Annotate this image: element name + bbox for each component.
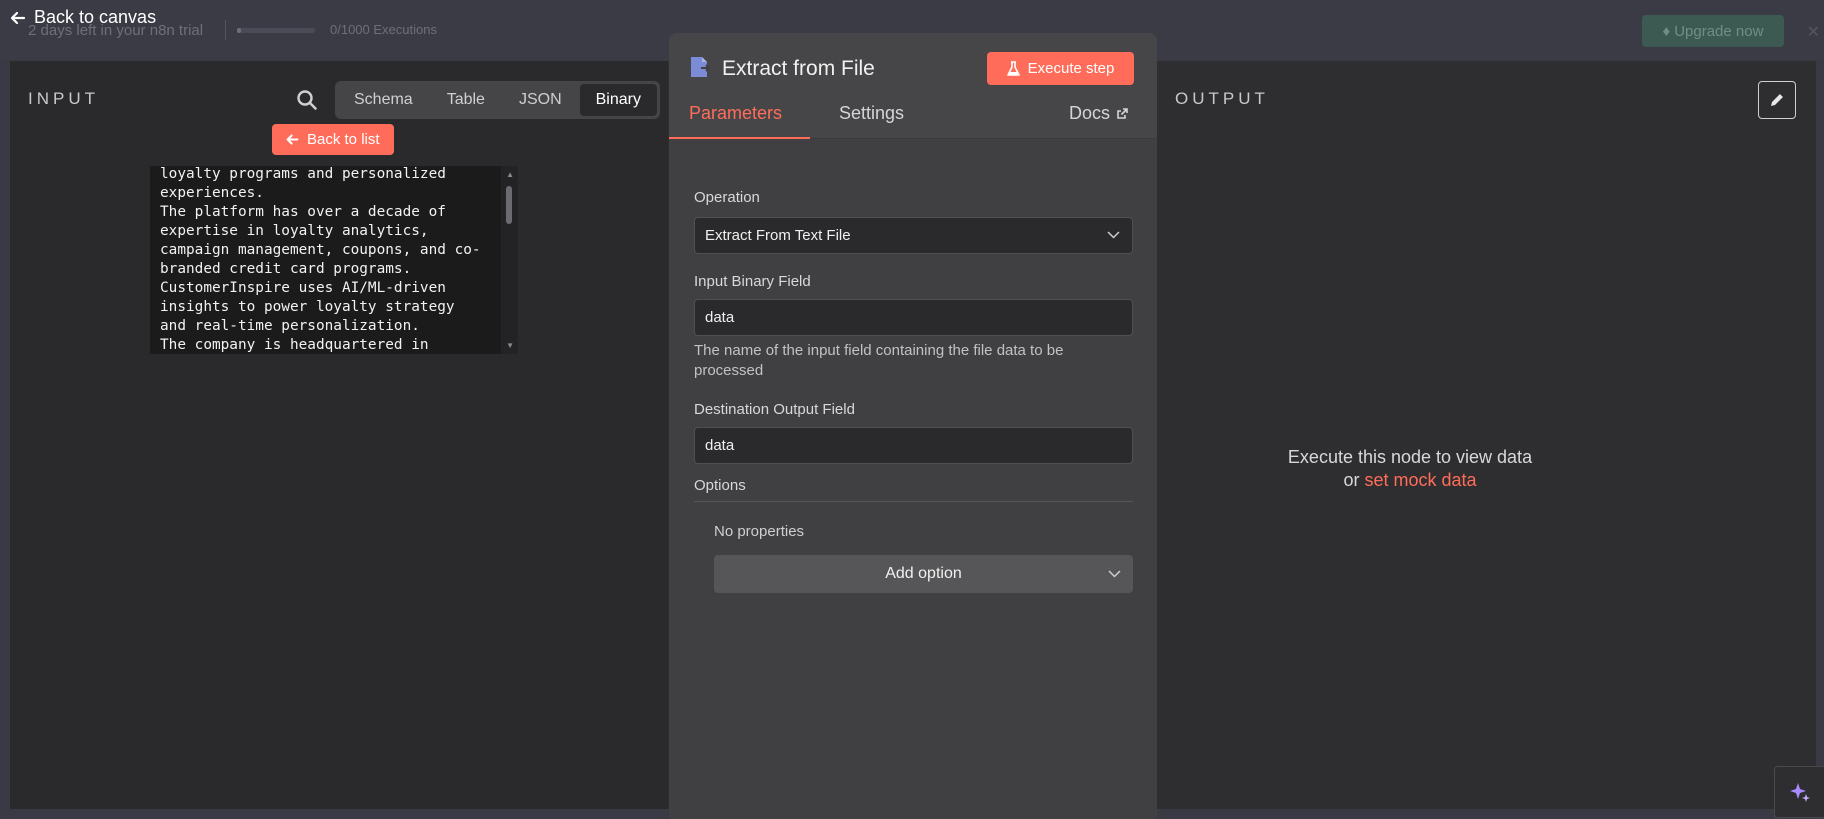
operation-select[interactable]: Extract From Text File	[694, 217, 1133, 254]
node-details-modal: INPUT Schema Table JSON Binary Back to l…	[10, 33, 1824, 819]
node-title: Extract from File	[722, 57, 875, 80]
output-empty-state: Execute this node to view data or set mo…	[1260, 446, 1560, 492]
add-option-button[interactable]: Add option	[714, 555, 1133, 593]
operation-value: Extract From Text File	[705, 227, 851, 244]
set-mock-data-link[interactable]: set mock data	[1364, 470, 1476, 490]
upgrade-label: Upgrade now	[1674, 22, 1764, 40]
flask-icon	[1006, 61, 1020, 76]
docs-label: Docs	[1069, 103, 1111, 123]
tab-schema[interactable]: Schema	[338, 84, 429, 116]
destination-output-field-value: data	[705, 437, 735, 454]
close-icon: ✕	[1806, 24, 1820, 41]
search-icon[interactable]	[296, 89, 318, 111]
options-divider	[694, 501, 1133, 502]
destination-output-field-input[interactable]: data	[694, 427, 1133, 464]
edit-output-button[interactable]	[1758, 81, 1796, 119]
chevron-down-icon	[1107, 231, 1120, 239]
tab-parameters[interactable]: Parameters	[689, 103, 782, 124]
tab-table[interactable]: Table	[431, 84, 501, 116]
arrow-left-icon	[10, 11, 26, 24]
operation-label: Operation	[694, 189, 760, 206]
back-to-canvas-label: Back to canvas	[34, 7, 157, 27]
scroll-down-icon[interactable]: ▼	[506, 341, 514, 350]
tab-settings[interactable]: Settings	[839, 103, 904, 124]
active-tab-indicator	[669, 137, 810, 139]
ai-assistant-button[interactable]	[1774, 766, 1824, 818]
execute-step-label: Execute step	[1027, 60, 1115, 77]
input-binary-field-hint: The name of the input field containing t…	[694, 342, 1064, 379]
input-binary-field-value: data	[705, 309, 735, 326]
options-label: Options	[694, 477, 746, 494]
external-link-icon	[1117, 108, 1128, 119]
empty-message: Execute this node to view data	[1287, 447, 1533, 467]
executions-progress	[237, 28, 315, 33]
executions-count: 0/1000 Executions	[330, 22, 437, 37]
add-option-label: Add option	[885, 565, 962, 582]
node-parameters-panel: Extract from File Execute step Parameter…	[669, 33, 1157, 819]
scrollbar[interactable]: ▲ ▼	[501, 166, 518, 354]
docs-link[interactable]: Docs	[1069, 103, 1129, 124]
scroll-thumb[interactable]	[506, 186, 512, 224]
back-to-list-label: Back to list	[307, 131, 380, 148]
gem-icon: ♦	[1662, 22, 1671, 40]
back-to-canvas-link[interactable]: Back to canvas	[10, 7, 156, 28]
no-properties-text: No properties	[714, 523, 805, 540]
output-title: OUTPUT	[1175, 89, 1269, 108]
node-header: Extract from File Execute step Parameter…	[669, 33, 1157, 139]
input-pane: INPUT Schema Table JSON Binary Back to l…	[10, 61, 668, 809]
execute-step-button[interactable]: Execute step	[987, 52, 1134, 85]
scroll-up-icon[interactable]: ▲	[506, 170, 514, 179]
file-icon	[691, 57, 711, 77]
destination-output-field-label: Destination Output Field	[694, 401, 855, 418]
view-mode-tabs: Schema Table JSON Binary	[335, 81, 660, 119]
file-content: loyalty programs and personalized experi…	[160, 166, 481, 353]
sparkle-icon	[1790, 783, 1810, 802]
or-text: or	[1343, 470, 1360, 490]
input-binary-field-label: Input Binary Field	[694, 273, 811, 290]
back-to-list-button[interactable]: Back to list	[272, 124, 394, 155]
input-binary-field-input[interactable]: data	[694, 299, 1133, 336]
tab-json[interactable]: JSON	[503, 84, 578, 116]
pencil-icon	[1771, 93, 1784, 106]
divider	[225, 20, 226, 40]
input-title: INPUT	[28, 89, 99, 108]
arrow-left-icon	[286, 134, 299, 145]
chevron-down-icon	[1108, 570, 1121, 578]
tab-binary[interactable]: Binary	[579, 84, 657, 116]
upgrade-button[interactable]: ♦ Upgrade now	[1642, 15, 1784, 47]
binary-file-preview[interactable]: loyalty programs and personalized experi…	[150, 166, 518, 354]
